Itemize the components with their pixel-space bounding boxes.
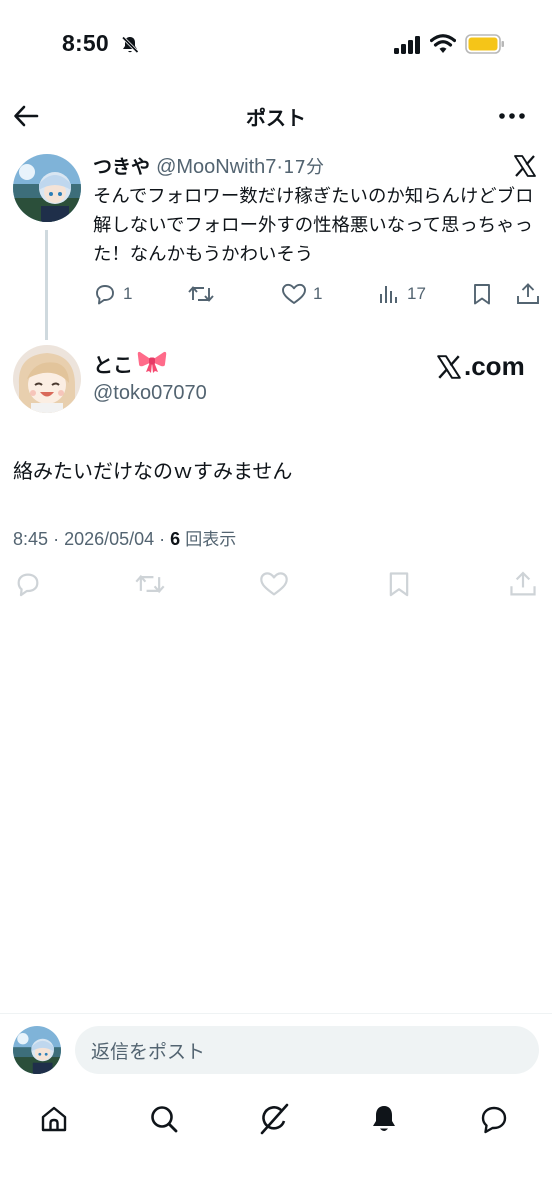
status-time: 8:50	[62, 30, 109, 56]
avatar[interactable]	[13, 154, 81, 222]
post-date: 2026/05/04	[64, 529, 155, 549]
author-name[interactable]: とこ	[93, 349, 133, 378]
share-button[interactable]	[508, 570, 538, 602]
main-post-actions	[0, 570, 552, 604]
x-com-label: .com	[464, 351, 525, 381]
like-button[interactable]: 1	[281, 282, 322, 306]
nav-search[interactable]	[144, 1099, 184, 1139]
reply-placeholder: 返信をポスト	[91, 1040, 206, 1063]
like-count: 1	[313, 284, 323, 303]
nav-home[interactable]	[34, 1099, 74, 1139]
parent-post[interactable]: つきや @MooNwith7·17分 そんでフォロワー数だけ稼ぎたいのか知らんけ…	[0, 150, 552, 340]
main-post-text: 絡みたいだけなのｗすみません	[13, 459, 293, 483]
grok-icon	[260, 1103, 289, 1135]
main-author-name-line: とこ	[93, 349, 167, 378]
author-handle[interactable]: @MooNwith7	[156, 156, 276, 178]
share-icon	[517, 283, 539, 304]
more-icon	[499, 113, 525, 119]
share-icon	[510, 571, 536, 596]
reply-input[interactable]: 返信をポスト	[75, 1026, 539, 1074]
parent-author-line: つきや @MooNwith7·17分	[93, 152, 324, 179]
reply-button[interactable]: 1	[93, 282, 132, 306]
author-name[interactable]: つきや	[93, 156, 150, 178]
top-header: ポスト	[0, 92, 552, 140]
more-button[interactable]	[496, 102, 532, 130]
avatar[interactable]	[13, 1026, 61, 1074]
reply-icon	[96, 285, 114, 305]
page-title: ポスト	[246, 106, 306, 130]
x-com-logo: .com	[436, 351, 525, 382]
reply-count: 1	[123, 284, 133, 303]
reply-bar: 返信をポスト	[0, 1013, 552, 1085]
repost-icon	[135, 574, 165, 594]
like-icon	[260, 572, 288, 596]
views-label[interactable]: 回表示	[185, 530, 236, 550]
share-button[interactable]	[515, 282, 541, 306]
status-bar: 8:50	[0, 0, 552, 90]
post-time-ago: 17分	[283, 157, 324, 178]
wifi-icon	[429, 34, 457, 58]
parent-post-text: そんでフォロワー数だけ稼ぎたいのか知らんけどブロ解しないでフォロー外すの性格悪い…	[93, 186, 534, 265]
signal-icon	[394, 36, 422, 58]
bookmark-icon	[389, 572, 409, 597]
nav-grok[interactable]	[254, 1099, 294, 1139]
like-button[interactable]	[259, 570, 289, 602]
post-meta: 8:45 · 2026/05/04 · 6 回表示	[13, 529, 237, 550]
nav-messages[interactable]	[474, 1099, 514, 1139]
views-count: 17	[407, 284, 426, 303]
x-logo-icon	[513, 154, 537, 182]
search-icon	[151, 1106, 178, 1133]
messages-icon	[481, 1106, 507, 1134]
battery-icon	[465, 34, 505, 58]
author-handle[interactable]: @toko07070	[93, 382, 207, 405]
thread-line	[45, 230, 48, 340]
notifications-icon	[373, 1106, 395, 1131]
nav-notifications[interactable]	[364, 1099, 404, 1139]
bottom-nav	[0, 1095, 552, 1145]
x-logo-icon	[437, 354, 461, 379]
bookmark-icon	[474, 284, 490, 305]
parent-post-actions: 1 1 17	[93, 282, 543, 312]
like-icon	[282, 283, 306, 304]
repost-button[interactable]	[187, 282, 215, 306]
post-time: 8:45	[13, 529, 49, 549]
reply-icon	[17, 573, 39, 597]
views-icon	[380, 286, 397, 303]
ribbon-emoji-icon	[137, 349, 167, 378]
bookmark-button[interactable]	[471, 282, 493, 306]
home-indicator	[206, 1184, 346, 1189]
repost-button[interactable]	[134, 570, 166, 602]
bookmark-button[interactable]	[386, 570, 412, 602]
home-icon	[41, 1106, 67, 1132]
bell-slash-icon	[120, 35, 140, 59]
main-post-author: とこ @toko07070 .com	[0, 345, 552, 415]
views-button[interactable]: 17	[377, 282, 426, 306]
reply-button[interactable]	[14, 570, 42, 602]
views-count[interactable]: 6	[170, 529, 180, 549]
repost-icon	[188, 286, 214, 302]
avatar[interactable]	[13, 345, 81, 413]
